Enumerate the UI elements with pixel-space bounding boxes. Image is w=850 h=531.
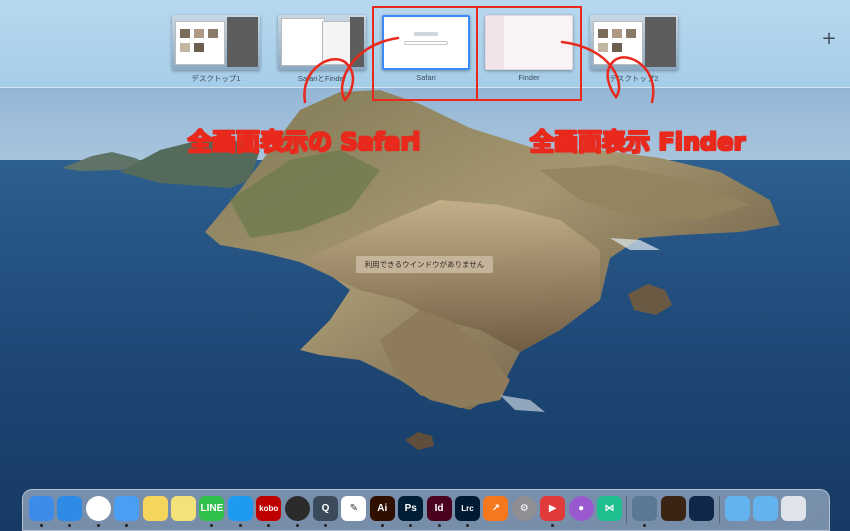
space-thumbnail[interactable] xyxy=(172,15,260,70)
podcast-icon[interactable]: ● xyxy=(568,496,594,521)
running-indicator xyxy=(295,524,299,527)
running-indicator xyxy=(643,524,647,527)
mail-icon[interactable] xyxy=(114,496,140,521)
dock: LINE kobo Q ✎ Ai Ps Id Lrc ↗ ⚙ ▶ ● ⋈ xyxy=(22,489,830,531)
window-preview xyxy=(227,17,258,67)
space-thumbnail[interactable] xyxy=(590,15,678,70)
twitter-icon[interactable] xyxy=(227,496,253,521)
photo-tile xyxy=(180,43,190,52)
lightroom-icon[interactable]: Lrc xyxy=(455,496,480,521)
indesign-icon[interactable]: Id xyxy=(426,496,452,521)
dock-separator xyxy=(718,496,720,524)
photo-tile xyxy=(194,43,204,52)
running-indicator xyxy=(125,524,129,527)
photo-tile xyxy=(598,29,608,38)
photo-tile xyxy=(612,29,622,38)
annotation-label-safari: 全画面表示の Safari xyxy=(187,127,421,156)
photo-tile xyxy=(612,43,622,52)
add-space-button[interactable]: + xyxy=(820,30,838,48)
photo-tile xyxy=(626,29,636,38)
window-preview xyxy=(281,18,325,66)
folder2-icon[interactable] xyxy=(753,496,778,521)
chrome-icon[interactable] xyxy=(85,496,111,521)
preview-icon[interactable] xyxy=(632,496,658,521)
highlight-box-safari xyxy=(372,6,478,101)
running-indicator xyxy=(267,524,271,527)
trash-icon[interactable] xyxy=(781,496,807,521)
finder-icon[interactable] xyxy=(29,496,54,521)
running-indicator xyxy=(238,524,242,527)
annotation-label-finder: 全画面表示 Finder xyxy=(529,127,746,156)
line-icon[interactable]: LINE xyxy=(199,496,225,521)
settings-icon[interactable]: ⚙ xyxy=(511,496,537,521)
window-preview xyxy=(350,17,364,67)
garageband-icon[interactable] xyxy=(660,496,686,521)
running-indicator xyxy=(409,524,413,527)
quicktime-icon[interactable]: Q xyxy=(313,496,338,521)
photoshop-icon[interactable]: Ps xyxy=(398,496,424,521)
chart-app-icon[interactable]: ↗ xyxy=(483,496,509,521)
dock-separator xyxy=(626,496,628,524)
running-indicator xyxy=(96,524,100,527)
safari-icon[interactable] xyxy=(57,496,83,521)
kobo-icon[interactable]: kobo xyxy=(256,496,282,521)
window-preview xyxy=(645,17,676,67)
running-indicator xyxy=(40,524,43,527)
photo-tile xyxy=(598,43,608,52)
xcode-like-icon[interactable]: ⋈ xyxy=(597,496,622,521)
player-icon[interactable]: ▶ xyxy=(540,496,566,521)
running-indicator xyxy=(324,524,327,527)
photo-tile xyxy=(194,29,204,38)
space-label: デスクトップ2 xyxy=(609,74,659,83)
running-indicator xyxy=(68,524,72,527)
space-thumbnail[interactable] xyxy=(278,15,366,70)
folder-icon[interactable] xyxy=(724,496,750,521)
running-indicator xyxy=(466,524,469,527)
running-indicator xyxy=(380,524,384,527)
running-indicator xyxy=(551,524,555,527)
photo-tile xyxy=(180,29,190,38)
obs-icon[interactable] xyxy=(284,496,310,521)
no-windows-message: 利用できるウインドウがありません xyxy=(356,256,493,273)
highlight-box-finder xyxy=(476,6,582,101)
running-indicator xyxy=(210,524,214,527)
running-indicator xyxy=(437,524,441,527)
books-icon[interactable] xyxy=(689,496,715,521)
window-preview xyxy=(322,21,352,65)
stickies-icon[interactable] xyxy=(171,496,196,521)
pen-icon[interactable]: ✎ xyxy=(341,496,367,521)
notes-icon[interactable] xyxy=(142,496,168,521)
illustrator-icon[interactable]: Ai xyxy=(369,496,395,521)
photo-tile xyxy=(208,29,218,38)
